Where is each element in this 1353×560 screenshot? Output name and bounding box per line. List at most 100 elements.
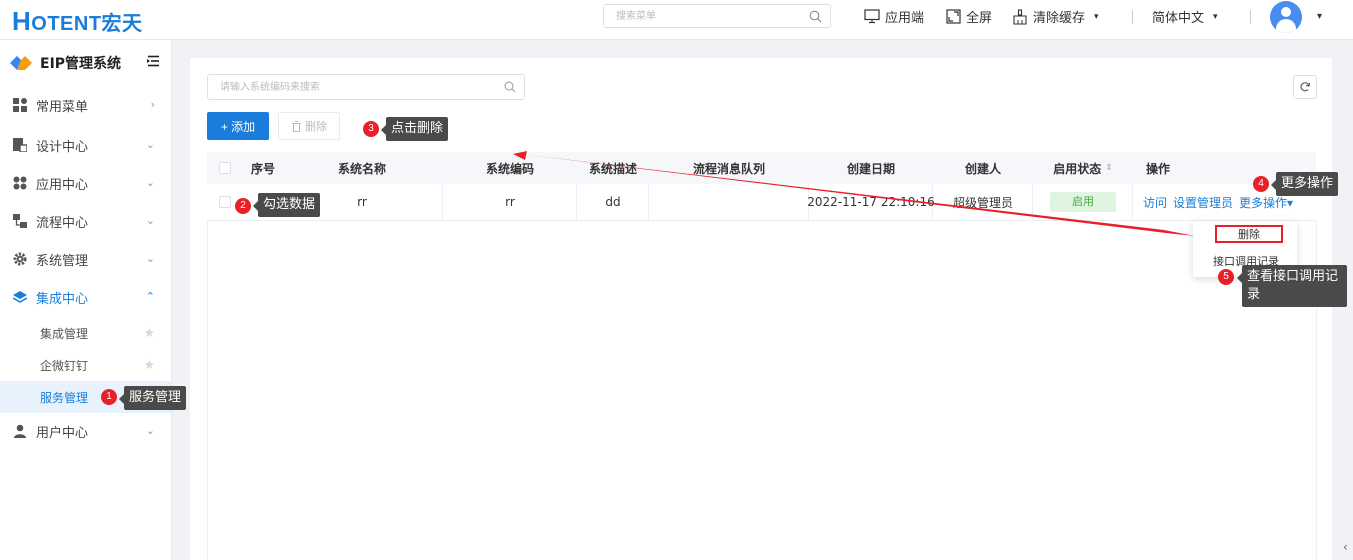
language-label: 简体中文 xyxy=(1152,11,1205,26)
column-header-code: 系统编码 xyxy=(485,161,534,176)
chevron-right-icon: › xyxy=(150,98,155,111)
collapse-menu-icon[interactable] xyxy=(147,55,160,71)
clear-cache-label: 清除缓存 xyxy=(1033,11,1086,26)
header-divider xyxy=(1250,10,1251,24)
sidebar-item-integration[interactable]: 集成中心 ⌃ xyxy=(0,278,171,316)
sidebar-subitem-label: 企微钉钉 xyxy=(40,358,89,373)
set-admin-link[interactable]: 设置管理员 xyxy=(1173,194,1233,211)
system-title-label: EIP管理系统 xyxy=(40,56,122,72)
user-avatar[interactable] xyxy=(1270,1,1302,33)
annotation-tooltip: 勾选数据 xyxy=(252,193,321,217)
language-dropdown[interactable]: 简体中文 ▾ xyxy=(1152,7,1218,26)
menu-item-delete[interactable]: 删除 xyxy=(1215,225,1283,243)
column-header-created: 创建日期 xyxy=(846,161,895,176)
sidebar-item-users[interactable]: 用户中心 ⌄ xyxy=(0,412,171,450)
layers-icon xyxy=(12,289,28,305)
column-header-name: 系统名称 xyxy=(337,161,386,176)
system-code-search-input[interactable] xyxy=(208,75,488,99)
table-body-area xyxy=(207,221,1317,560)
column-header-index: 序号 xyxy=(250,161,275,176)
broom-icon xyxy=(1013,8,1027,25)
top-header: HOTENT宏天 应用端 全屏 清除缓存 ▾ 简体中文 ▾ ▾ xyxy=(0,0,1353,40)
user-icon xyxy=(12,423,28,439)
annotation-tooltip: 更多操作 xyxy=(1270,172,1339,196)
delete-button[interactable]: 删除 xyxy=(278,112,340,140)
design-icon xyxy=(12,137,28,153)
annotation-tooltip: 服务管理 xyxy=(118,386,187,410)
gear-icon xyxy=(12,251,28,267)
sidebar: EIP管理系统 常用菜单 › 设计中心 ⌄ 应用中心 ⌄ 流程中心 ⌄ 系统管理… xyxy=(0,40,172,560)
sidebar-item-label: 流程中心 xyxy=(36,215,89,231)
app-end-button[interactable]: 应用端 xyxy=(864,7,924,26)
system-code-search-box[interactable] xyxy=(207,74,525,100)
add-button[interactable]: + 添加 xyxy=(207,112,269,140)
star-icon[interactable]: ★ xyxy=(143,326,155,341)
chevron-down-icon: ⌄ xyxy=(145,424,155,437)
sidebar-item-label: 用户中心 xyxy=(36,425,89,441)
annotation-tooltip: 查看接口调用记录 xyxy=(1237,265,1347,307)
select-all-checkbox[interactable] xyxy=(219,162,231,174)
star-icon[interactable]: ★ xyxy=(143,358,155,373)
sidebar-item-label: 设计中心 xyxy=(36,139,89,155)
caret-down-icon: ▾ xyxy=(1213,11,1218,22)
table-header: 序号 系统名称 系统编码 系统描述 流程消息队列 创建日期 创建人 启用状态 ⇕ … xyxy=(207,152,1316,184)
sidebar-item-favorites[interactable]: 常用菜单 › xyxy=(0,86,171,124)
app-end-label: 应用端 xyxy=(885,11,925,26)
caret-down-icon: ▾ xyxy=(1287,195,1294,210)
search-icon[interactable] xyxy=(809,10,822,23)
sidebar-item-label: 集成中心 xyxy=(36,291,89,307)
diamond-logo-icon xyxy=(10,56,32,70)
visit-link[interactable]: 访问 xyxy=(1143,194,1167,211)
monitor-icon xyxy=(864,9,880,24)
caret-down-icon: ▾ xyxy=(1094,11,1099,22)
annotation-badge: 3 xyxy=(363,121,379,137)
system-desc-cell: dd xyxy=(605,195,621,209)
clear-cache-dropdown[interactable]: 清除缓存 ▾ xyxy=(1012,7,1099,26)
column-header-queue: 流程消息队列 xyxy=(692,161,765,176)
queue-cell xyxy=(649,184,809,220)
fullscreen-label: 全屏 xyxy=(966,11,993,26)
chevron-up-icon: ⌃ xyxy=(145,290,155,303)
column-header-status[interactable]: 启用状态 ⇕ xyxy=(1033,152,1133,184)
column-header-actions: 操作 xyxy=(1145,161,1170,176)
sidebar-item-apps[interactable]: 应用中心 ⌄ xyxy=(0,164,171,202)
apps-icon xyxy=(12,175,28,191)
sidebar-subitem-integration-manage[interactable]: 集成管理 ★ xyxy=(0,317,171,349)
trash-icon xyxy=(292,120,301,132)
search-icon[interactable] xyxy=(504,81,516,93)
row-checkbox[interactable] xyxy=(219,196,231,208)
column-header-status-label: 启用状态 xyxy=(1053,161,1102,176)
sidebar-item-design[interactable]: 设计中心 ⌄ xyxy=(0,126,171,164)
hotent-logo[interactable]: HOTENT宏天 xyxy=(12,6,143,37)
fullscreen-button[interactable]: 全屏 xyxy=(946,7,992,26)
system-name-link[interactable]: rr xyxy=(307,184,417,220)
sidebar-item-flow[interactable]: 流程中心 ⌄ xyxy=(0,202,171,240)
header-divider xyxy=(1132,10,1133,24)
more-actions-dropdown[interactable]: 更多操作▾ xyxy=(1239,194,1293,211)
column-header-creator: 创建人 xyxy=(964,161,1001,176)
chevron-down-icon: ⌄ xyxy=(145,252,155,265)
refresh-button[interactable] xyxy=(1293,75,1317,99)
system-title: EIP管理系统 xyxy=(10,53,160,73)
annotation-badge: 2 xyxy=(235,198,251,214)
refresh-icon xyxy=(1300,82,1311,92)
sidebar-subitem-label: 集成管理 xyxy=(40,326,89,341)
caret-down-icon[interactable]: ▾ xyxy=(1317,11,1322,22)
sort-icon[interactable]: ⇕ xyxy=(1105,163,1113,173)
chevron-down-icon: ⌄ xyxy=(145,176,155,189)
status-badge: 启用 xyxy=(1050,192,1116,212)
more-actions-label: 更多操作 xyxy=(1239,195,1288,210)
sidebar-item-system[interactable]: 系统管理 ⌄ xyxy=(0,240,171,278)
sidebar-subitem-wecom-dingtalk[interactable]: 企微钉钉 ★ xyxy=(0,349,171,381)
flow-icon xyxy=(12,213,28,229)
annotation-tooltip: 点击删除 xyxy=(380,117,449,141)
menu-search-box[interactable] xyxy=(603,4,831,28)
column-header-desc: 系统描述 xyxy=(588,161,637,176)
created-date-cell: 2022-11-17 22:10:16 xyxy=(807,195,935,209)
chevron-down-icon: ⌄ xyxy=(145,214,155,227)
creator-cell: 超级管理员 xyxy=(952,195,1013,210)
menu-search-input[interactable] xyxy=(604,5,794,27)
chevron-down-icon: ⌄ xyxy=(145,138,155,151)
annotation-badge: 1 xyxy=(101,389,117,405)
scroll-left-icon[interactable]: ‹ xyxy=(1343,540,1348,554)
